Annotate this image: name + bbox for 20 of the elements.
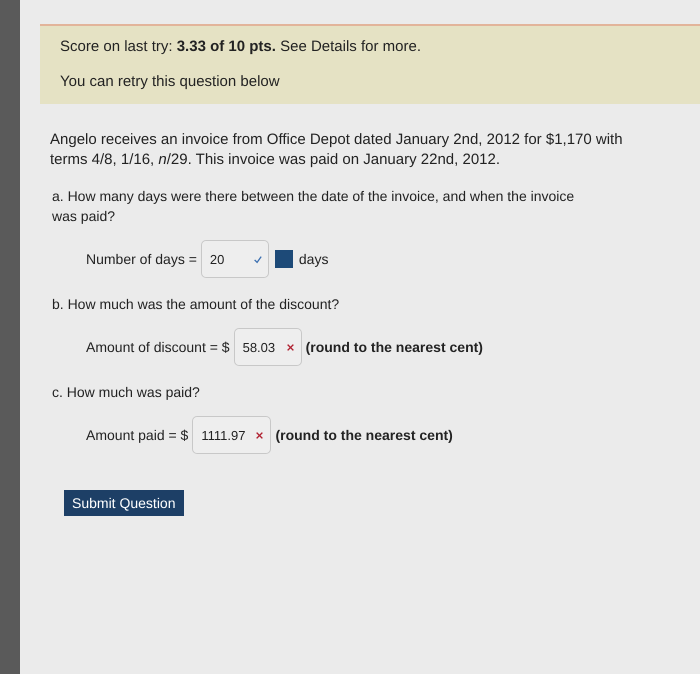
- rounding-note: (round to the nearest cent): [275, 427, 453, 443]
- score-text: Score on last try: 3.33 of 10 pts. See Details for more.: [60, 38, 422, 55]
- rounding-note: (round to the nearest cent): [306, 339, 483, 355]
- answer-field[interactable]: 20: [200, 240, 269, 278]
- question-prompt: c. How much was paid?: [52, 383, 201, 402]
- unit-label: days: [298, 251, 328, 267]
- answer-label: Amount of discount = $: [86, 339, 230, 355]
- answer-label: Amount paid = $: [86, 427, 188, 443]
- question-prompt: b. How much was the amount of the discount?: [52, 295, 340, 314]
- submit-button[interactable]: Submit Question: [64, 490, 184, 516]
- retry-text: You can retry this question below: [60, 73, 281, 90]
- check-icon: [252, 254, 262, 264]
- question-prompt: a. How many days were there between the date of the invoice, and when the invoice was paid?: [52, 187, 576, 226]
- answer-field[interactable]: 58.03: [234, 328, 302, 366]
- answer-field[interactable]: 1111.97: [192, 416, 272, 454]
- answer-label: Number of days =: [86, 251, 197, 267]
- correct-marker-icon: [274, 250, 293, 268]
- cross-icon: [255, 430, 264, 440]
- cross-icon: [286, 342, 295, 352]
- question-text: Angelo receives an invoice from Office Depot dated January 2nd, 2012 for $1,170 with terms 4/8, 1/16, n/29. This invoice was paid on January 22nd, 2012.: [50, 130, 624, 170]
